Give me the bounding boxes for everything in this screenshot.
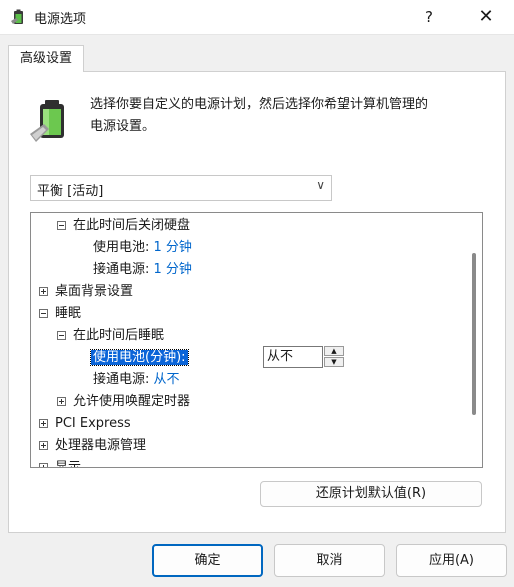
settings-tree[interactable]: 在此时间后关闭硬盘 使用电池: 1 分钟 接通电源: 1 分钟 桌面背景设置 睡… [30, 212, 483, 468]
tree-item-label: 处理器电源管理 [55, 438, 147, 453]
tree-item-label: PCI Express [55, 416, 131, 431]
setting-value-link[interactable]: 1 分钟 [154, 240, 192, 255]
tree-item-label: 在此时间后关闭硬盘 [73, 218, 191, 233]
expand-icon[interactable] [39, 441, 48, 450]
title-bar: 电源选项 ? ✕ [0, 0, 514, 35]
window-title: 电源选项 [34, 12, 87, 27]
plan-description: 选择你要自定义的电源计划，然后选择你希望计算机管理的 电源设置。 [90, 97, 429, 134]
tree-item-harddisk-ac[interactable]: 接通电源: 1 分钟 [93, 259, 192, 281]
battery-plan-icon [30, 96, 78, 144]
tree-item-display[interactable]: 显示 [39, 457, 82, 468]
tree-item-wake-timers[interactable]: 允许使用唤醒定时器 [57, 391, 190, 413]
restore-defaults-button[interactable]: 还原计划默认值(R) [260, 481, 482, 507]
power-plan-dropdown[interactable]: 平衡 [活动] ∨ [30, 175, 332, 201]
selected-setting-label: 使用电池(分钟): [90, 349, 189, 366]
tree-item-harddisk-timeout[interactable]: 在此时间后关闭硬盘 [57, 215, 190, 237]
setting-label: 接通电源: [93, 262, 150, 277]
tree-item-pci-express[interactable]: PCI Express [39, 413, 131, 435]
tree-item-label: 在此时间后睡眠 [73, 328, 165, 343]
expand-icon[interactable] [57, 397, 66, 406]
tree-item-sleep[interactable]: 睡眠 [39, 303, 81, 325]
collapse-icon[interactable] [57, 221, 66, 230]
tree-item-sleep-ac[interactable]: 接通电源: 从不 [93, 369, 180, 391]
setting-label: 接通电源: [93, 372, 150, 387]
apply-button[interactable]: 应用(A) [396, 544, 507, 577]
expand-icon[interactable] [39, 463, 48, 467]
expand-icon[interactable] [39, 287, 48, 296]
spin-up-button[interactable]: ▲ [324, 346, 344, 356]
collapse-icon[interactable] [57, 331, 66, 340]
tree-item-label: 允许使用唤醒定时器 [73, 394, 191, 409]
setting-label: 使用电池: [93, 240, 150, 255]
spin-down-button[interactable]: ▼ [324, 357, 344, 367]
help-button[interactable]: ? [414, 0, 444, 34]
collapse-icon[interactable] [39, 309, 48, 318]
tree-item-sleep-battery[interactable]: 使用电池(分钟): 从不 ▲ ▼ [90, 346, 351, 369]
tree-item-label: 桌面背景设置 [55, 284, 134, 299]
chevron-down-icon: ∨ [316, 178, 325, 192]
tree-item-processor[interactable]: 处理器电源管理 [39, 435, 146, 457]
power-options-icon [10, 8, 28, 26]
tree-item-label: 显示 [55, 460, 82, 468]
tree-item-label: 睡眠 [55, 306, 82, 321]
expand-icon[interactable] [39, 419, 48, 428]
tree-item-harddisk-battery[interactable]: 使用电池: 1 分钟 [93, 237, 192, 259]
tree-item-desktop-background[interactable]: 桌面背景设置 [39, 281, 133, 303]
tree-scrollbar[interactable] [465, 213, 482, 467]
tree-item-sleep-after[interactable]: 在此时间后睡眠 [57, 325, 164, 347]
setting-value-link[interactable]: 1 分钟 [154, 262, 192, 277]
scrollbar-thumb[interactable] [472, 253, 476, 415]
sleep-minutes-input[interactable]: 从不 [263, 346, 323, 368]
ok-button[interactable]: 确定 [152, 544, 263, 577]
close-button[interactable]: ✕ [466, 0, 506, 34]
cancel-button[interactable]: 取消 [274, 544, 385, 577]
power-plan-value: 平衡 [活动] [37, 184, 104, 199]
setting-value-link[interactable]: 从不 [154, 372, 180, 387]
tab-advanced-settings[interactable]: 高级设置 [8, 45, 84, 72]
